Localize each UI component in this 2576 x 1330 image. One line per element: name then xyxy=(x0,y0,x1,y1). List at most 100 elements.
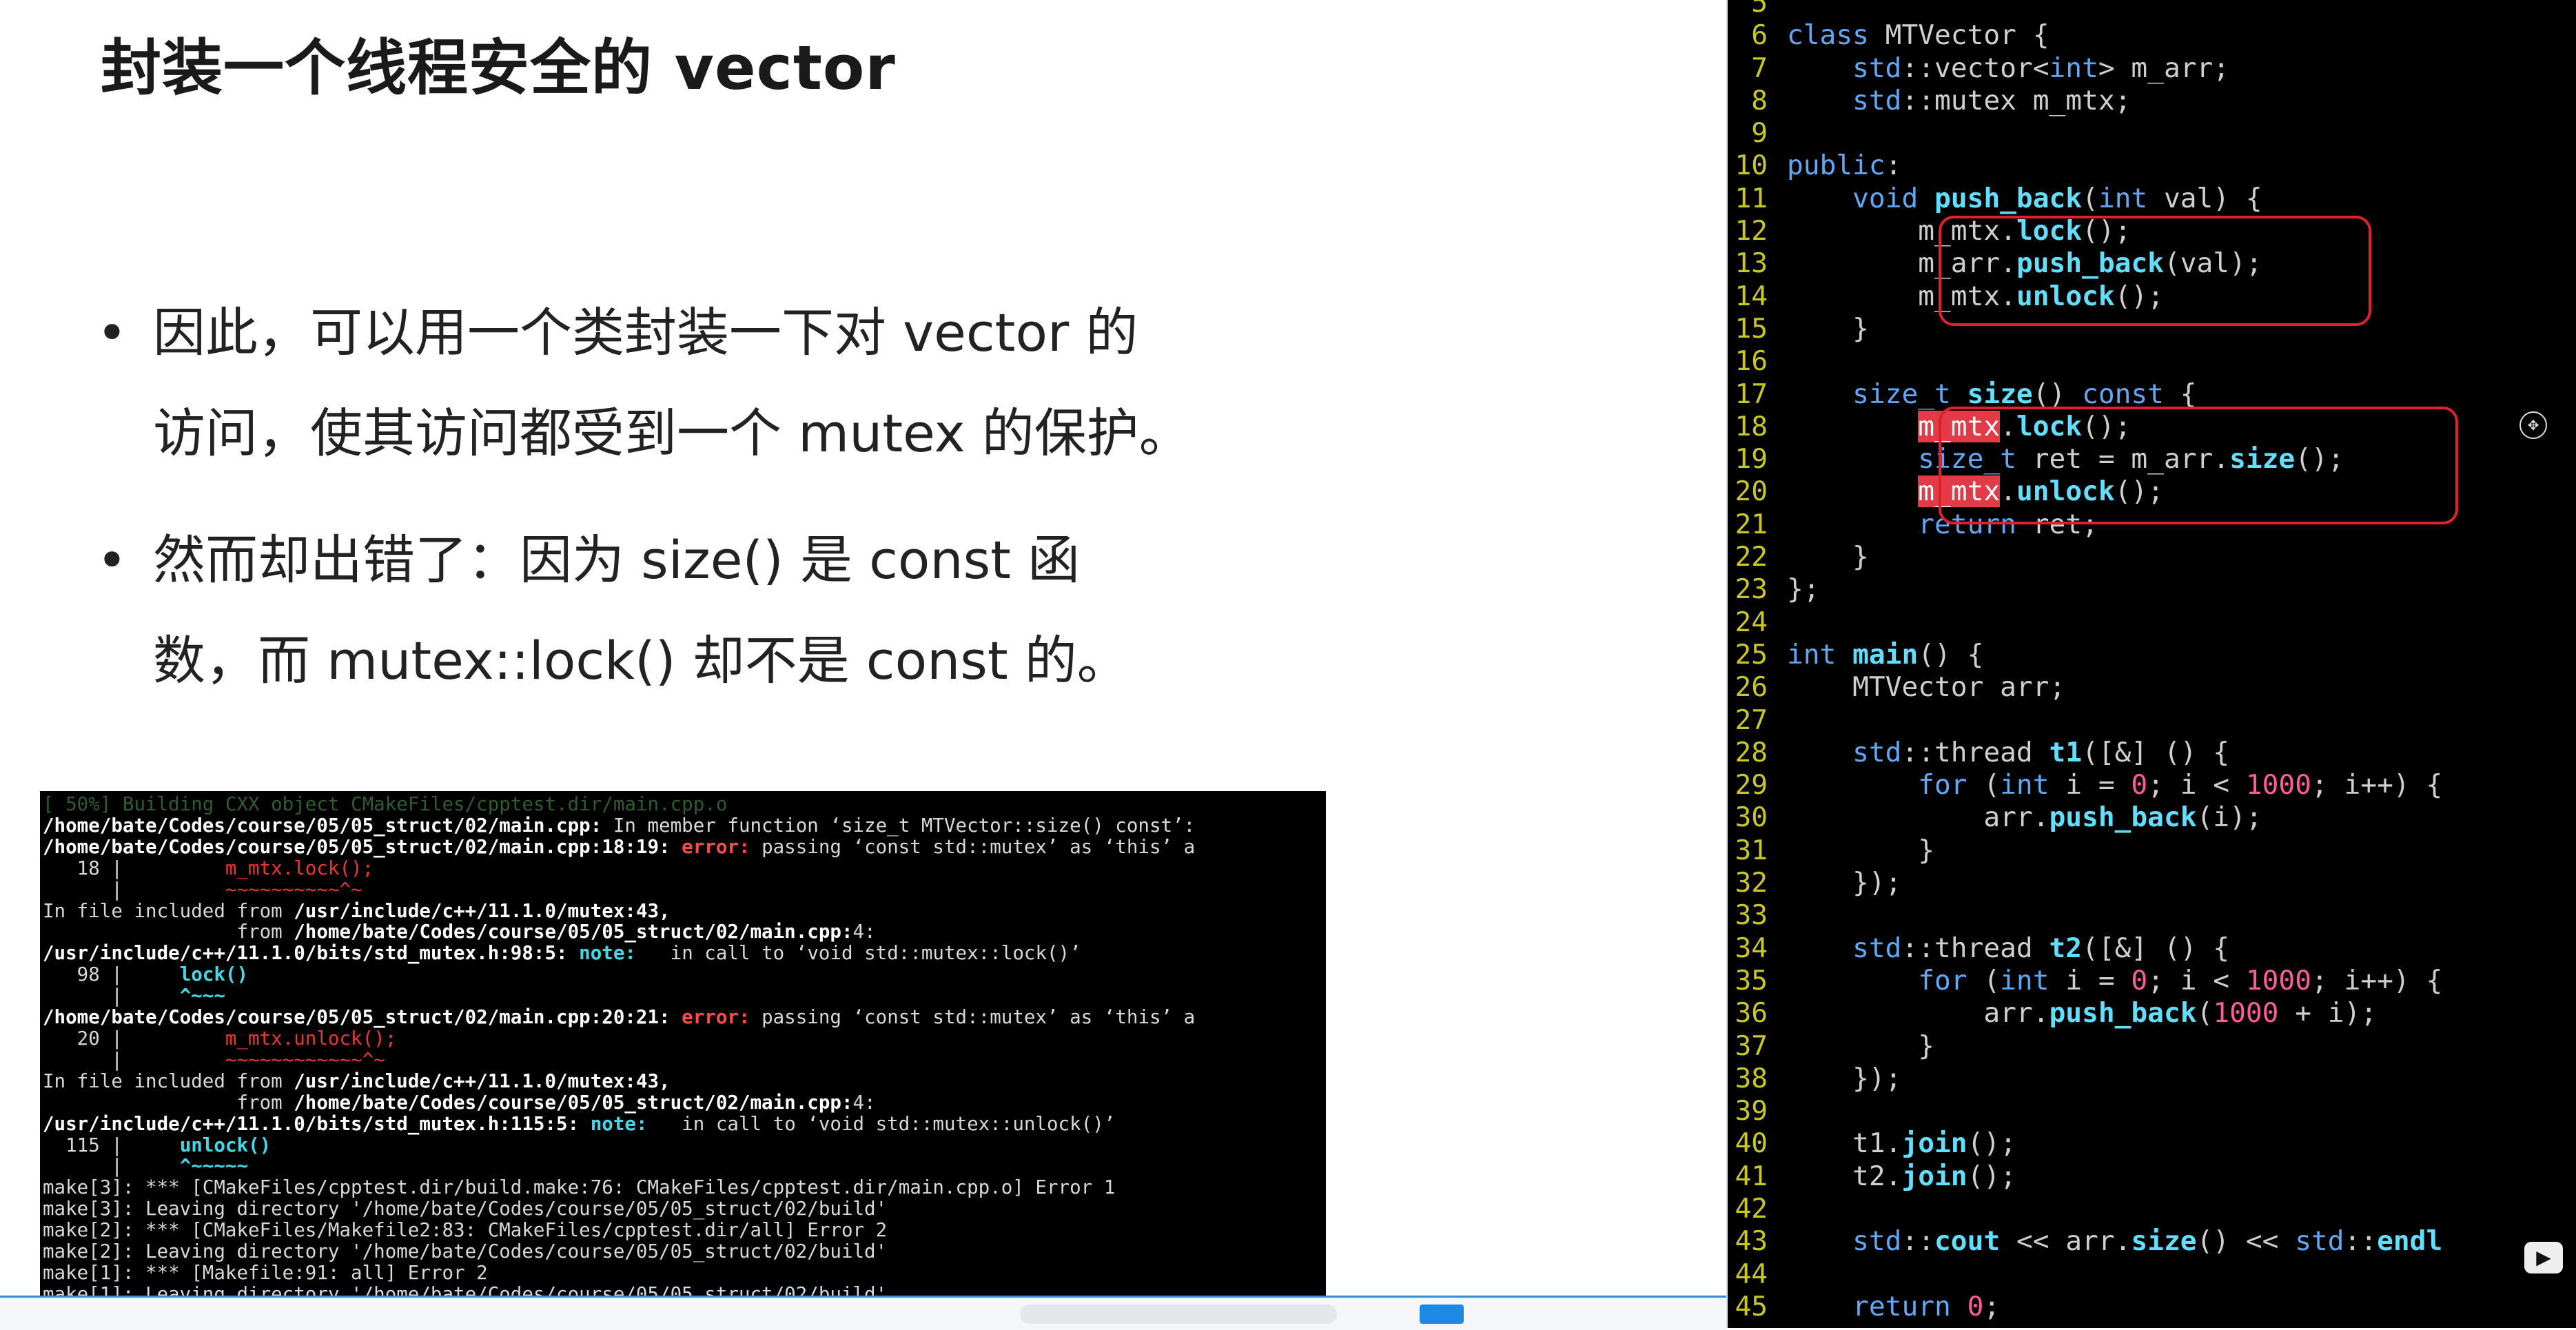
terminal-line: 98 | lock() xyxy=(43,963,249,986)
terminal-line: 20 | m_mtx.unlock(); xyxy=(43,1027,397,1050)
code-line: MTVector arr; xyxy=(1787,671,2066,704)
terminal-line: /usr/include/c++/11.1.0/bits/std_mutex.h… xyxy=(43,942,1081,965)
line-number: 7 xyxy=(1751,52,1768,84)
slide-title: 封装一个线程安全的 vector xyxy=(101,32,896,103)
terminal-line: /home/bate/Codes/course/05/05_struct/02/… xyxy=(43,1006,1196,1029)
line-number: 20 xyxy=(1735,475,1768,508)
code-line: for (int i = 0; i < 1000; i++) { xyxy=(1918,769,2443,801)
line-number: 42 xyxy=(1735,1192,1768,1225)
code-line: } xyxy=(1787,1030,1935,1062)
line-number: 17 xyxy=(1735,378,1768,410)
code-line: t2.join(); xyxy=(1787,1160,2016,1192)
line-number: 31 xyxy=(1735,834,1768,866)
line-number: 16 xyxy=(1735,345,1768,378)
line-number: 27 xyxy=(1735,704,1768,736)
terminal-line: 18 | m_mtx.lock(); xyxy=(43,857,374,879)
line-number: 11 xyxy=(1735,182,1768,214)
terminal-line: make[1]: *** [Makefile:91: all] Error 2 xyxy=(43,1261,488,1284)
highlight-box-push-back xyxy=(1939,216,2371,326)
line-number: 9 xyxy=(1751,117,1768,150)
bullet-2-line-2: 数，而 mutex::lock() 却不是 const 的。 xyxy=(153,630,1129,691)
line-number: 13 xyxy=(1735,247,1768,280)
terminal-line: In file included from /usr/include/c++/1… xyxy=(43,1070,671,1092)
terminal-text: [ 50%] Building CXX object CMakeFiles/cp… xyxy=(40,791,1326,1327)
code-line: std::thread t2([&] () { xyxy=(1852,932,2230,964)
line-number: 8 xyxy=(1751,84,1768,116)
line-number: 40 xyxy=(1735,1127,1768,1160)
terminal-line: | ~~~~~~~~~~^~ xyxy=(43,878,362,901)
line-number: 33 xyxy=(1735,899,1768,932)
line-number: 37 xyxy=(1735,1030,1768,1062)
terminal-line: /usr/include/c++/11.1.0/bits/std_mutex.h… xyxy=(43,1112,1116,1135)
player-bottom-bar xyxy=(0,1296,1726,1330)
terminal-line: /home/bate/Codes/course/05/05_struct/02/… xyxy=(43,835,1196,858)
code-line: } xyxy=(1787,312,1869,345)
terminal-line: from /home/bate/Codes/course/05/05_struc… xyxy=(43,921,876,943)
line-number: 25 xyxy=(1735,638,1768,671)
line-number: 24 xyxy=(1735,606,1768,638)
terminal-line: make[2]: Leaving directory '/home/bate/C… xyxy=(43,1240,888,1263)
line-number: 26 xyxy=(1735,671,1768,704)
terminal-line: make[3]: *** [CMakeFiles/cpptest.dir/bui… xyxy=(43,1176,1116,1199)
terminal-line: make[2]: *** [CMakeFiles/Makefile2:83: C… xyxy=(43,1219,888,1242)
line-number: 22 xyxy=(1735,541,1768,573)
code-line: for (int i = 0; i < 1000; i++) { xyxy=(1918,964,2443,996)
code-line: }; xyxy=(1787,573,1820,606)
terminal-line: In file included from /usr/include/c++/1… xyxy=(43,899,671,922)
code-line: std::vector<int> m_arr; xyxy=(1852,52,2230,84)
line-number: 35 xyxy=(1735,964,1768,996)
line-number: 34 xyxy=(1735,932,1768,964)
line-number: 29 xyxy=(1735,769,1768,801)
code-line: return 0; xyxy=(1852,1290,2001,1322)
terminal-line: /home/bate/Codes/course/05/05_struct/02/… xyxy=(43,814,1196,837)
code-line: }); xyxy=(1787,1062,1902,1094)
code-line: std::cout << arr.size() << std::endl xyxy=(1852,1225,2443,1258)
send-button[interactable] xyxy=(1420,1305,1464,1324)
line-number: 44 xyxy=(1735,1258,1768,1290)
bullet-marker: • xyxy=(96,529,127,591)
line-number: 32 xyxy=(1735,867,1768,899)
code-line: void push_back(int val) { xyxy=(1852,182,2262,214)
code-line: t1.join(); xyxy=(1787,1127,2016,1160)
code-line: public: xyxy=(1787,150,1902,182)
line-number: 21 xyxy=(1735,508,1768,540)
code-line: } xyxy=(1787,541,1869,573)
code-line: }); xyxy=(1787,867,1902,899)
terminal-line: | ^~~~~~ xyxy=(43,1155,249,1178)
cursor-icon: ✥ xyxy=(2519,411,2547,439)
line-number: 41 xyxy=(1735,1160,1768,1192)
line-number: 38 xyxy=(1735,1062,1768,1094)
code-text: 5 6 class MTVector { 7 std::vector<int> m… xyxy=(1728,0,2442,1323)
terminal-line: [ 50%] Building CXX object CMakeFiles/cp… xyxy=(43,793,728,815)
terminal-line: | ^~~~ xyxy=(43,985,225,1007)
code-line: arr.push_back(1000 + i); xyxy=(1787,997,2378,1030)
line-number: 19 xyxy=(1735,443,1768,475)
code-line: class MTVector { xyxy=(1787,19,2049,52)
terminal-line: | ~~~~~~~~~~~~^~ xyxy=(43,1048,385,1071)
line-number: 30 xyxy=(1735,801,1768,834)
bullet-1-line-1: 因此，可以用一个类封装一下对 vector 的 xyxy=(153,302,1138,363)
highlight-box-size xyxy=(1939,407,2458,524)
code-line: std::mutex m_mtx; xyxy=(1852,84,2132,116)
line-number: 28 xyxy=(1735,736,1768,768)
slide-panel: 封装一个线程安全的 vector • 因此，可以用一个类封装一下对 vector… xyxy=(0,0,1726,1330)
terminal-line: make[3]: Leaving directory '/home/bate/C… xyxy=(43,1198,888,1220)
code-line: } xyxy=(1787,834,1935,866)
terminal-line: from /home/bate/Codes/course/05/05_struc… xyxy=(43,1091,876,1114)
code-line: std::thread t1([&] () { xyxy=(1852,736,2230,768)
code-line: arr.push_back(i); xyxy=(1787,801,2262,834)
danmaku-input[interactable] xyxy=(1020,1305,1337,1324)
play-icon[interactable]: ▶ xyxy=(2524,1242,2563,1273)
line-number: 45 xyxy=(1735,1290,1768,1322)
line-number: 14 xyxy=(1735,280,1768,312)
line-number: 5 xyxy=(1751,0,1768,19)
line-number: 12 xyxy=(1735,215,1768,247)
line-number: 43 xyxy=(1735,1225,1768,1258)
bullet-1-line-2: 访问，使其访问都受到一个 mutex 的保护。 xyxy=(153,402,1192,464)
line-number: 23 xyxy=(1735,573,1768,606)
line-number: 18 xyxy=(1735,410,1768,442)
line-number: 15 xyxy=(1735,312,1768,345)
bullet-marker: • xyxy=(96,302,127,363)
code-editor: 5 6 class MTVector { 7 std::vector<int> m… xyxy=(1728,0,2576,1328)
line-number: 6 xyxy=(1751,19,1768,52)
